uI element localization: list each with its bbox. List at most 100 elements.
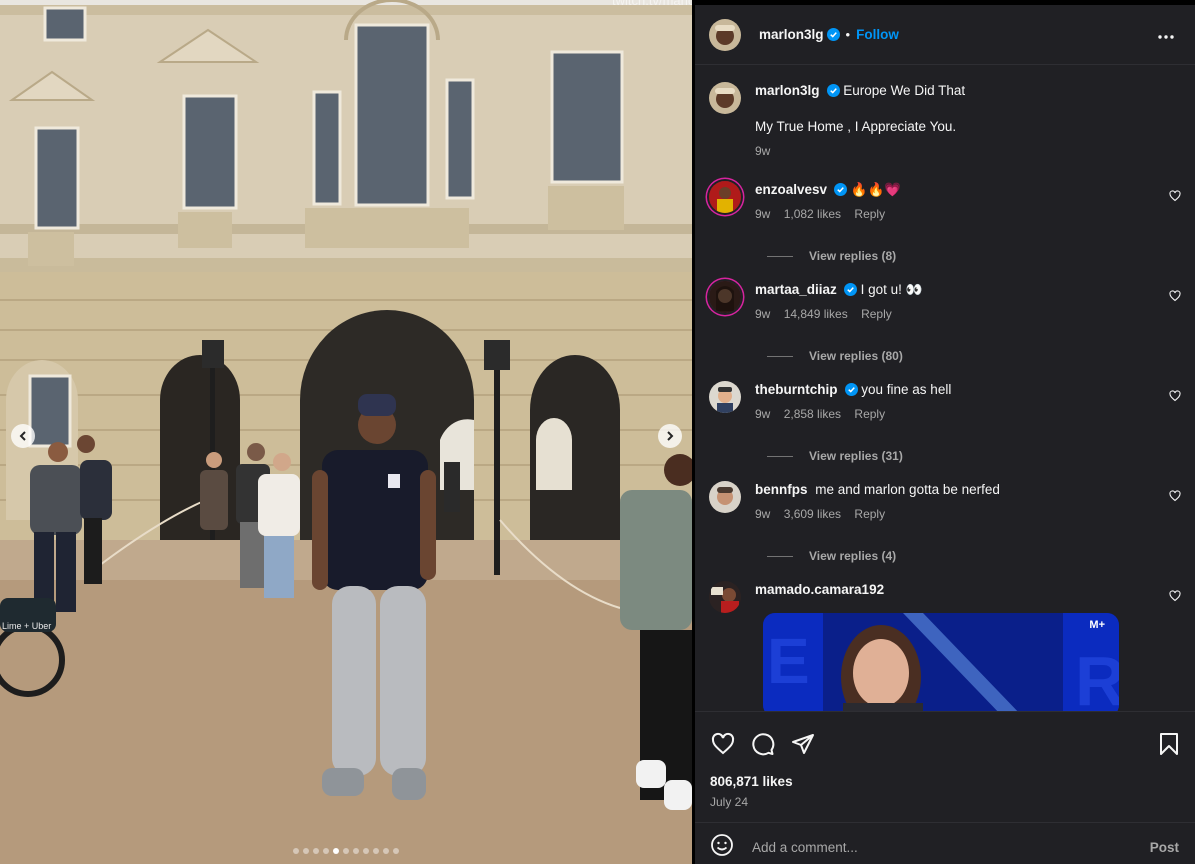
verified-badge-icon [826,84,840,97]
caption-username[interactable]: marlon3lg [755,83,820,98]
gif-channel-badge: M+ [1089,619,1105,631]
like-button[interactable] [711,732,735,761]
carousel-dot-active [333,848,339,854]
carousel-dot [303,848,309,854]
comment-bubble-icon [752,733,775,756]
heart-icon [711,732,735,755]
comment-likes[interactable]: 1,082 likes [784,207,841,221]
more-options-button[interactable] [1157,27,1175,45]
view-replies-label: View replies (4) [809,549,897,563]
post-actions: 806,871 likes July 24 Post [695,711,1195,864]
svg-text:Lime + Uber: Lime + Uber [2,621,51,631]
post-header: marlon3lg • Follow [695,5,1195,65]
verified-badge-icon [834,183,848,196]
caption-text: marlon3lg Europe We Did That [755,82,1145,100]
comment-likes[interactable]: 3,609 likes [784,507,841,521]
heart-icon [1169,390,1181,402]
caption-line-1: Europe We Did That [843,83,966,98]
comment-time: 9w [755,507,771,521]
verified-badge-icon [843,283,857,296]
emoji-button[interactable] [710,833,734,862]
comment-text: 🔥🔥💗 [850,182,902,197]
svg-text:R: R [1075,642,1119,711]
add-comment-bar: Post [695,822,1195,864]
comment-username[interactable]: martaa_diiaz [755,282,837,297]
svg-text:E: E [767,625,810,697]
comment-gif[interactable]: E R M+ [763,613,1119,711]
carousel-dot [293,848,299,854]
author-avatar[interactable] [709,82,741,114]
header-separator: • [845,27,851,42]
carousel-dot [343,848,349,854]
photo-watermark: twitch.tv/marlon [612,0,692,8]
view-replies-label: View replies (31) [809,449,903,463]
carousel-dot [373,848,379,854]
chevron-right-icon [667,431,674,441]
comment-time: 9w [755,407,771,421]
comment-username[interactable]: theburntchip [755,382,838,397]
heart-icon [1169,290,1181,302]
heart-icon [1169,590,1181,602]
comment-time: 9w [755,207,771,221]
comment-text: me and marlon gotta be nerfed [815,482,1000,497]
post-photo[interactable]: Lime + Uber twitch.tv/marlon [0,0,692,864]
carousel-dot [383,848,389,854]
comment-time: 9w [755,307,771,321]
comment-likes[interactable]: 2,858 likes [784,407,841,421]
comment-button[interactable] [751,732,775,761]
like-comment-button[interactable] [1169,389,1181,407]
comment-likes[interactable]: 14,849 likes [784,307,848,321]
commenter-avatar[interactable] [709,581,741,613]
replies-divider [767,455,793,457]
view-replies-button[interactable]: View replies (80) [767,349,903,363]
view-replies-button[interactable]: View replies (31) [767,449,903,463]
commenter-avatar[interactable] [709,481,741,513]
caption-time: 9w [755,144,771,158]
reply-button[interactable]: Reply [854,207,885,221]
follow-button[interactable]: Follow [856,27,899,42]
post-side-panel: marlon3lg • Follow marlon3lg Europe We D… [692,0,1195,864]
paper-plane-icon [792,734,814,754]
share-button[interactable] [791,732,815,761]
view-replies-label: View replies (8) [809,249,897,263]
carousel-dot [363,848,369,854]
author-username[interactable]: marlon3lg [759,27,824,42]
bookmark-icon [1160,733,1178,755]
more-horizontal-icon [1158,35,1174,39]
carousel-dot [353,848,359,854]
like-comment-button[interactable] [1169,489,1181,507]
gif-scene: E R [763,613,1119,711]
likes-count[interactable]: 806,871 likes [710,774,793,789]
carousel-dots [0,848,692,854]
comment-username[interactable]: bennfps [755,482,808,497]
emoji-smile-icon [711,833,733,856]
carousel-dot [393,848,399,854]
commenter-avatar[interactable] [709,181,741,213]
commenter-avatar[interactable] [709,381,741,413]
reply-button[interactable]: Reply [854,407,885,421]
carousel-prev-button[interactable] [11,424,35,448]
reply-button[interactable]: Reply [854,507,885,521]
comment-text: you fine as hell [861,382,952,397]
view-replies-button[interactable]: View replies (8) [767,249,896,263]
commenter-avatar[interactable] [709,281,741,313]
reply-button[interactable]: Reply [861,307,892,321]
save-button[interactable] [1159,732,1179,761]
author-avatar[interactable] [709,18,741,51]
view-replies-button[interactable]: View replies (4) [767,549,896,563]
post-comment-button[interactable]: Post [1150,840,1179,855]
comments-list[interactable]: marlon3lg Europe We Did That My True Hom… [695,65,1195,711]
comment-username[interactable]: enzoalvesv [755,182,827,197]
verified-badge-icon [826,28,840,41]
replies-divider [767,355,793,357]
like-comment-button[interactable] [1169,289,1181,307]
carousel-dot [313,848,319,854]
chevron-left-icon [19,431,26,441]
like-comment-button[interactable] [1169,589,1181,607]
carousel-next-button[interactable] [658,424,682,448]
comment-text: I got u! 👀 [860,282,923,297]
like-comment-button[interactable] [1169,189,1181,207]
comment-username[interactable]: mamado.camara192 [755,582,884,597]
comment-input[interactable] [752,839,1132,855]
photo-scene: Lime + Uber [0,0,692,864]
